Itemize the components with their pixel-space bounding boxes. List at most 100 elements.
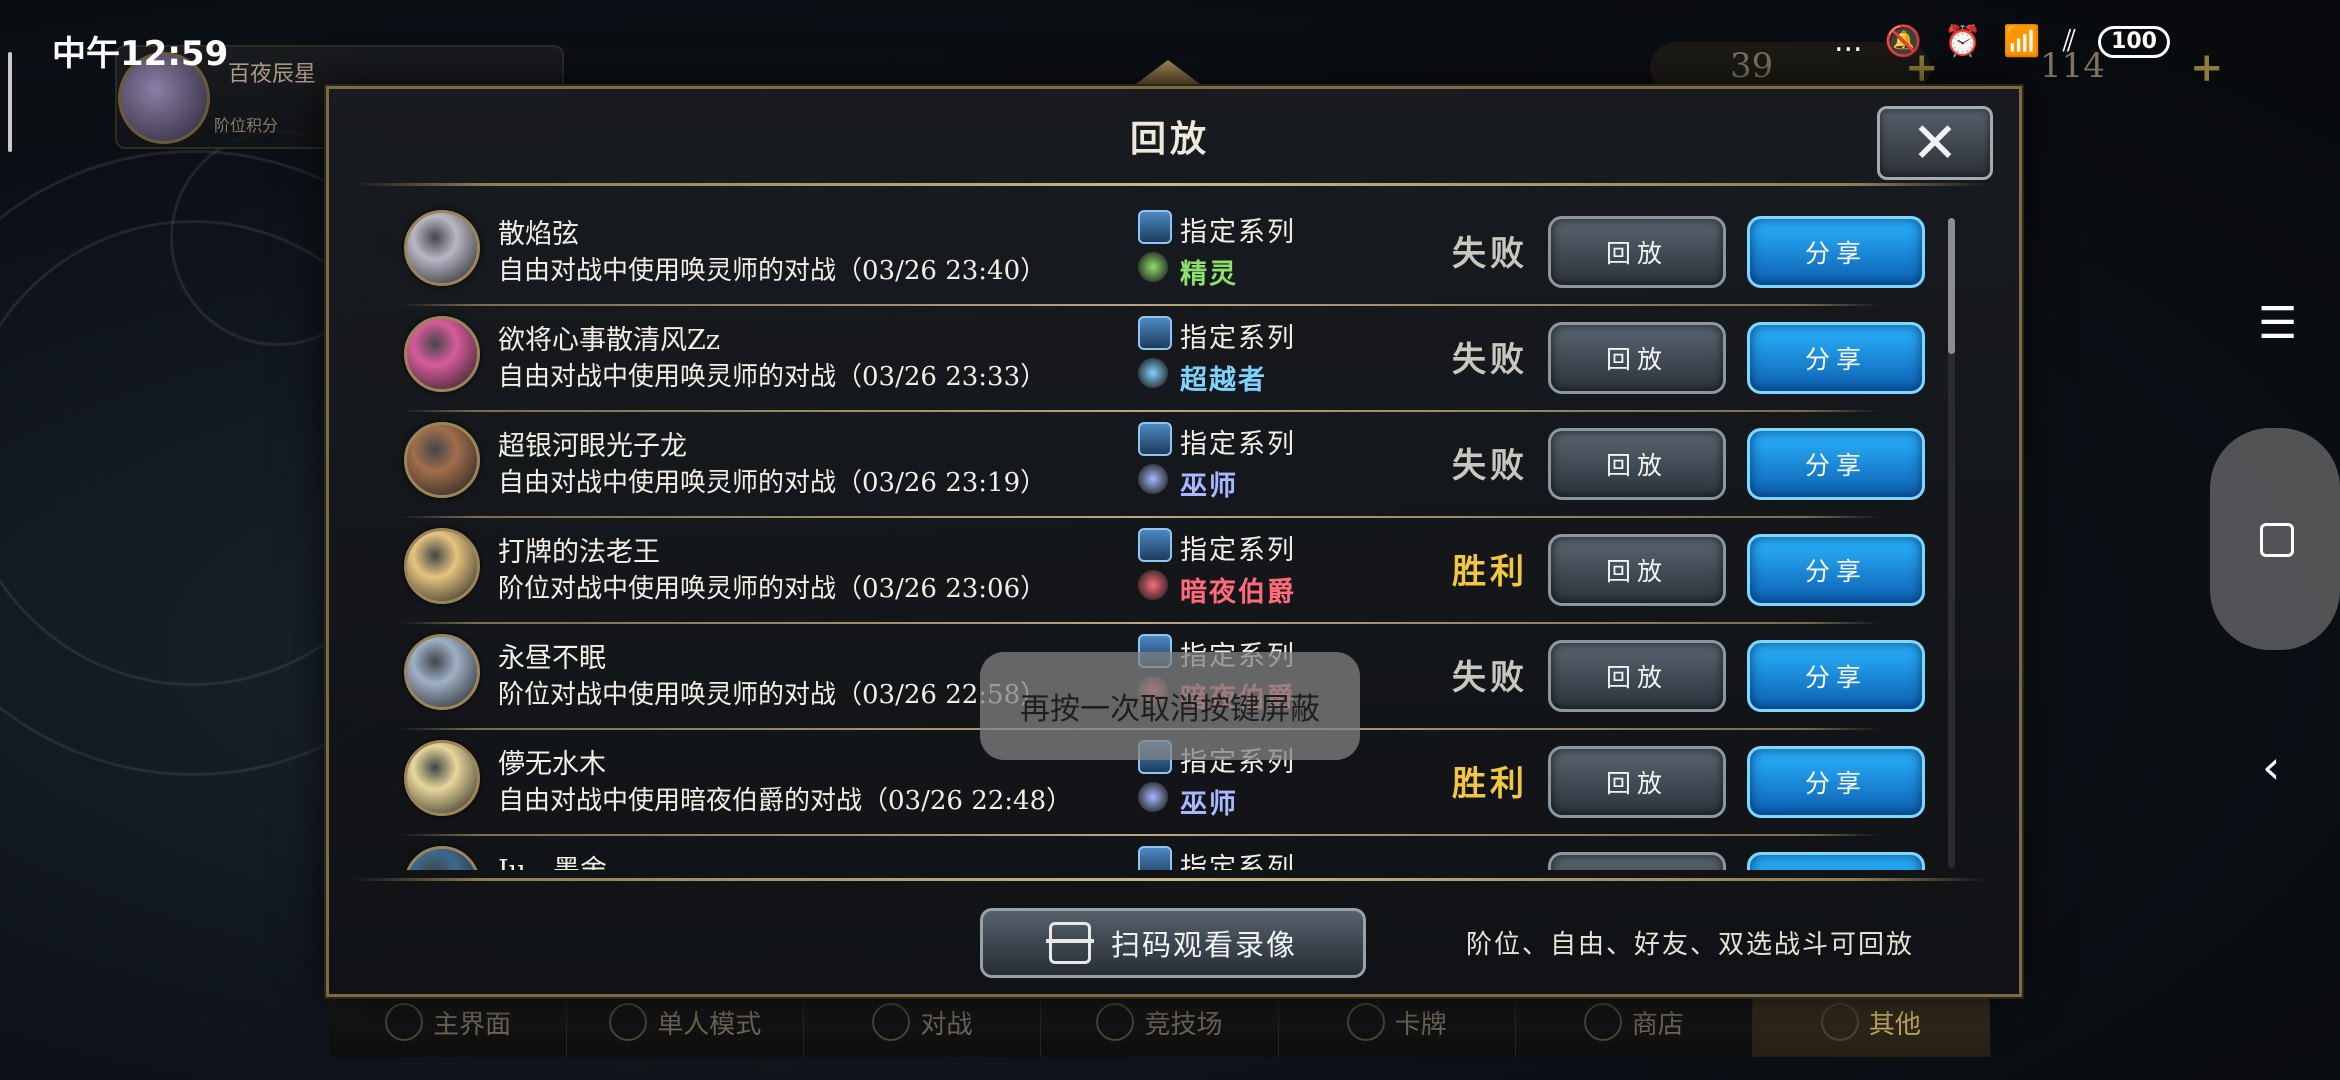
add-resource-2-button[interactable]: +: [2190, 44, 2224, 91]
title-divider: [352, 183, 1990, 186]
home-icon[interactable]: [2260, 523, 2294, 557]
replay-hint-text: 阶位、自由、好友、双选战斗可回放: [1466, 930, 1915, 960]
share-button[interactable]: 分享: [1747, 428, 1925, 500]
share-button[interactable]: 分享: [1747, 534, 1925, 606]
class-icon: [1138, 464, 1168, 494]
match-description: 自由对战中使用暗夜伯爵的对战（03/26 22:48）: [498, 786, 1073, 816]
opponent-avatar: [404, 846, 480, 870]
opponent-avatar: [404, 634, 480, 710]
share-button[interactable]: 分享: [1747, 322, 1925, 394]
share-button-label: 分享: [1804, 769, 1867, 798]
nav-label: 商店: [1631, 1009, 1684, 1040]
player-title: 百夜辰星: [228, 62, 317, 87]
replay-button-label: 回放: [1605, 557, 1668, 586]
opponent-avatar: [404, 210, 480, 286]
replay-button[interactable]: 回放: [1548, 852, 1726, 870]
battery-icon: 100: [2098, 25, 2170, 58]
replay-button-label: 回放: [1605, 345, 1668, 374]
nav-item-arena[interactable]: 竞技场: [1041, 987, 1279, 1057]
opponent-name: 永昼不眠: [498, 643, 606, 674]
replay-button[interactable]: 回放: [1548, 216, 1726, 288]
footer-divider: [352, 878, 1990, 881]
scan-button-label: 扫码观看录像: [1110, 928, 1297, 962]
format-label: 指定系列: [1180, 429, 1296, 460]
match-result: 失败: [1452, 658, 1528, 698]
share-button[interactable]: 分享: [1747, 852, 1925, 870]
match-description: 自由对战中使用唤灵师的对战（03/26 23:19）: [498, 468, 1047, 498]
scrollbar-thumb[interactable]: [1948, 218, 1955, 354]
share-button-label: 分享: [1804, 239, 1867, 268]
match-result: 胜利: [1452, 552, 1528, 592]
replay-button-label: 回放: [1605, 451, 1668, 480]
replay-button[interactable]: 回放: [1548, 534, 1726, 606]
arena-nav-icon: [1096, 1003, 1135, 1041]
match-result: 胜利: [1452, 764, 1528, 804]
wifi-icon: ⫽: [2062, 24, 2077, 59]
more-notifications-icon: ...: [1833, 24, 1863, 59]
share-button[interactable]: 分享: [1747, 746, 1925, 818]
format-icon: [1138, 846, 1172, 870]
nav-label: 对战: [920, 1009, 973, 1040]
nav-item-cards[interactable]: 卡牌: [1279, 987, 1516, 1057]
nav-item-shop[interactable]: 商店: [1516, 987, 1753, 1057]
replay-row: 超银河眼光子龙 自由对战中使用唤灵师的对战（03/26 23:19） 指定系列 …: [390, 412, 1925, 518]
scan-qr-button[interactable]: 扫码观看录像: [980, 908, 1366, 978]
format-icon: [1138, 316, 1172, 350]
format-icon: [1138, 528, 1172, 562]
class-icon: [1138, 782, 1168, 812]
nav-label: 单人模式: [657, 1009, 762, 1040]
class-label: 暗夜伯爵: [1180, 577, 1296, 608]
scan-icon: [1045, 922, 1094, 964]
replay-button-label: 回放: [1605, 769, 1668, 798]
match-result: 失败: [1452, 340, 1528, 380]
share-button-label: 分享: [1804, 345, 1867, 374]
nav-item-home[interactable]: 主界面: [330, 987, 568, 1057]
opponent-name: 儚无水木: [498, 749, 606, 780]
close-button[interactable]: ✕: [1877, 106, 1993, 180]
match-description: 自由对战中使用唤灵师的对战（03/26 23:40）: [498, 256, 1047, 286]
opponent-name: 散焰弦: [498, 219, 579, 250]
nav-label: 主界面: [433, 1009, 512, 1040]
battle-nav-icon: [872, 1003, 911, 1041]
format-label: 指定系列: [1180, 217, 1296, 248]
replay-row: 打牌的法老王 阶位对战中使用唤灵师的对战（03/26 23:06） 指定系列 暗…: [390, 518, 1925, 624]
mute-bell-icon: 🔕: [1884, 24, 1922, 59]
opponent-avatar: [404, 316, 480, 392]
share-button-label: 分享: [1804, 663, 1867, 692]
replay-button[interactable]: 回放: [1548, 640, 1726, 712]
class-icon: [1138, 358, 1168, 388]
replay-button[interactable]: 回放: [1548, 428, 1726, 500]
toast-message: 再按一次取消按键屏蔽: [980, 652, 1360, 760]
share-button-label: 分享: [1804, 557, 1867, 586]
replay-row: 欲将心事散清风Zz 自由对战中使用唤灵师的对战（03/26 23:33） 指定系…: [390, 306, 1925, 412]
close-icon: ✕: [1911, 110, 1959, 176]
solo-nav-icon: [609, 1003, 648, 1041]
opponent-avatar: [404, 740, 480, 816]
opponent-avatar: [404, 528, 480, 604]
replay-button[interactable]: 回放: [1548, 322, 1726, 394]
nav-item-battle[interactable]: 对战: [804, 987, 1042, 1057]
class-label: 巫师: [1180, 471, 1238, 502]
match-description: 阶位对战中使用唤灵师的对战（03/26 23:06）: [498, 574, 1047, 604]
menu-icon[interactable]: ☰: [2258, 298, 2297, 349]
status-time: 中午12:59: [52, 34, 229, 74]
nav-item-solo[interactable]: 单人模式: [567, 987, 805, 1057]
share-button-label: 分享: [1804, 451, 1867, 480]
opponent-avatar: [404, 422, 480, 498]
replay-list[interactable]: 散焰弦 自由对战中使用唤灵师的对战（03/26 23:40） 指定系列 精灵 失…: [390, 200, 1935, 870]
match-description: 阶位对战中使用唤灵师的对战（03/26 22:58）: [498, 680, 1047, 710]
nav-item-other[interactable]: 其他: [1752, 987, 1990, 1057]
match-result: 失败: [1452, 234, 1528, 274]
class-label: 精灵: [1180, 259, 1238, 290]
share-button[interactable]: 分享: [1747, 216, 1925, 288]
replay-button-label: 回放: [1605, 239, 1668, 268]
opponent-name: 欲将心事散清风Zz: [498, 325, 720, 356]
replay-button[interactable]: 回放: [1548, 746, 1726, 818]
home-nav-icon: [385, 1003, 424, 1041]
share-button[interactable]: 分享: [1747, 640, 1925, 712]
back-icon[interactable]: ‹: [2262, 740, 2280, 794]
nav-label: 其他: [1868, 1009, 1921, 1040]
nav-label: 竞技场: [1144, 1009, 1223, 1040]
shop-nav-icon: [1583, 1003, 1622, 1041]
class-label: 超越者: [1180, 365, 1267, 396]
